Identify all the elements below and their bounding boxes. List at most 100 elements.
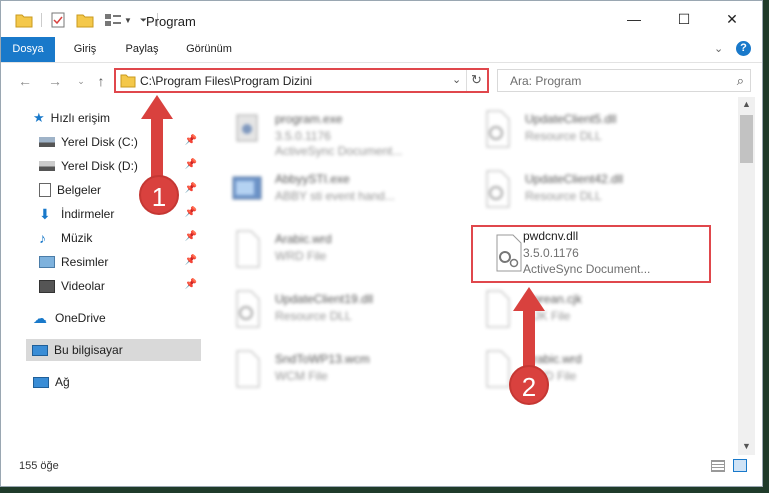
- nav-label: Belgeler: [57, 183, 102, 197]
- nav-label: Yerel Disk (D:): [61, 159, 138, 173]
- details-view-icon[interactable]: [711, 460, 725, 472]
- close-button[interactable]: ✕: [709, 1, 755, 37]
- search-box[interactable]: Ara: Program ⌕: [497, 69, 751, 92]
- nav-onedrive[interactable]: ☁ OneDrive: [33, 307, 233, 329]
- scroll-up-icon[interactable]: ▲: [742, 99, 751, 109]
- exe-icon: [236, 114, 258, 142]
- help-icon[interactable]: ?: [736, 41, 751, 56]
- file-name: program.exe: [275, 112, 343, 126]
- file-tile[interactable]: UpdateClient19.dll Resource DLL: [211, 281, 446, 337]
- minimize-button[interactable]: —: [611, 1, 657, 37]
- pin-icon[interactable]: 📌: [185, 279, 197, 290]
- folder-icon: [15, 14, 33, 28]
- tab-view[interactable]: Görünüm: [181, 37, 237, 62]
- nav-label: Bu bilgisayar: [54, 343, 123, 357]
- download-icon: ⬇: [39, 205, 51, 222]
- tab-share[interactable]: Paylaş: [119, 37, 165, 62]
- file-tile[interactable]: Korean.cjk CJK File: [461, 281, 696, 337]
- tab-home[interactable]: Giriş: [65, 37, 105, 62]
- file-type: Resource DLL: [525, 129, 602, 143]
- pin-icon[interactable]: 📌: [185, 255, 197, 266]
- file-type: WRD File: [275, 249, 327, 263]
- pictures-icon: [39, 256, 55, 268]
- file-tile[interactable]: SndToWP13.wcm WCM File: [211, 341, 446, 397]
- file-tile[interactable]: Arabic.wrd WRD File: [461, 341, 696, 397]
- music-icon: ♪: [39, 230, 46, 246]
- new-folder-icon[interactable]: [76, 12, 94, 28]
- refresh-icon[interactable]: ↻: [471, 72, 482, 88]
- pin-icon[interactable]: 📌: [185, 183, 197, 194]
- exe-icon: [232, 176, 262, 200]
- pin-icon[interactable]: 📌: [185, 135, 197, 146]
- nav-label: Hızlı erişim: [50, 111, 110, 125]
- file-name: AbbyySTI.exe: [275, 172, 350, 186]
- window-title: Program: [146, 14, 196, 29]
- videos-icon: [39, 279, 55, 293]
- file-name: UpdateClient5.dll: [525, 112, 617, 126]
- file-description: ABBY sti event hand...: [275, 189, 395, 203]
- expand-ribbon-icon[interactable]: ⌄: [714, 42, 723, 55]
- recent-locations-button[interactable]: ⌄: [71, 72, 91, 90]
- ribbon: Dosya Giriş Paylaş Görünüm ⌄ ?: [1, 37, 762, 63]
- dll-icon: [236, 290, 260, 328]
- scroll-down-icon[interactable]: ▼: [742, 441, 751, 451]
- nav-videos[interactable]: Videolar 📌: [39, 275, 239, 297]
- quick-access-toolbar: ▼ ⏷: [15, 11, 159, 29]
- computer-icon: [32, 344, 48, 356]
- tab-file[interactable]: Dosya: [1, 37, 55, 62]
- file-name: UpdateClient42.dll: [525, 172, 624, 186]
- nav-downloads[interactable]: ⬇ İndirmeler 📌: [39, 203, 239, 225]
- nav-label: Yerel Disk (C:): [61, 135, 138, 149]
- vertical-scrollbar[interactable]: ▲ ▼: [738, 97, 755, 455]
- maximize-button[interactable]: ☐: [661, 1, 707, 37]
- star-icon: ★: [33, 110, 45, 125]
- nav-label: Müzik: [61, 231, 93, 245]
- network-icon: [33, 376, 49, 388]
- folder-icon: [120, 74, 136, 88]
- file-type: Resource DLL: [275, 309, 352, 323]
- pin-icon[interactable]: 📌: [185, 231, 197, 242]
- nav-this-pc[interactable]: Bu bilgisayar: [26, 339, 201, 361]
- search-icon[interactable]: ⌕: [737, 73, 744, 89]
- file-tile[interactable]: UpdateClient42.dll Resource DLL: [461, 161, 696, 217]
- file-icon: [236, 350, 260, 388]
- nav-pictures[interactable]: Resimler 📌: [39, 251, 239, 273]
- back-button[interactable]: ←: [15, 72, 35, 90]
- dropdown-icon[interactable]: ▼: [124, 16, 132, 25]
- nav-quick-access[interactable]: ★ Hızlı erişim: [33, 107, 233, 129]
- properties-icon[interactable]: [50, 12, 66, 28]
- address-row: ← → ⌄ ↑ C:\Program Files\Program Dizini …: [1, 63, 762, 97]
- file-tile[interactable]: AbbyySTI.exe ABBY sti event hand...: [211, 161, 446, 217]
- file-name: SndToWP13.wcm: [275, 352, 370, 366]
- explorer-window: ▼ ⏷ Program — ☐ ✕ Dosya Giriş Paylaş Gör…: [0, 0, 763, 487]
- highlight-box: [471, 225, 711, 283]
- nav-label: İndirmeler: [61, 207, 115, 221]
- drive-icon: [39, 137, 55, 147]
- nav-label: Videolar: [61, 279, 105, 293]
- nav-label: Ağ: [55, 375, 70, 389]
- title-bar: ▼ ⏷ Program — ☐ ✕: [1, 1, 762, 37]
- step-marker-2: 2: [509, 365, 549, 405]
- item-count: 155 öğe: [19, 460, 59, 472]
- pin-icon[interactable]: 📌: [185, 159, 197, 170]
- documents-icon: [39, 183, 51, 197]
- nav-label: OneDrive: [55, 311, 106, 325]
- scrollbar-thumb[interactable]: [740, 115, 753, 163]
- file-tile[interactable]: program.exe 3.5.0.1176 ActiveSync Docume…: [211, 101, 446, 158]
- dll-icon: [486, 170, 510, 208]
- file-icon: [236, 230, 260, 268]
- pin-icon[interactable]: 📌: [185, 207, 197, 218]
- nav-network[interactable]: Ağ: [33, 371, 233, 393]
- up-button[interactable]: ↑: [91, 72, 111, 90]
- nav-music[interactable]: ♪ Müzik 📌: [39, 227, 239, 249]
- file-type: Resource DLL: [525, 189, 602, 203]
- search-placeholder: Ara: Program: [510, 74, 582, 88]
- file-tile[interactable]: UpdateClient5.dll Resource DLL: [461, 101, 696, 157]
- address-bar[interactable]: C:\Program Files\Program Dizini ⌄ ↻: [114, 68, 489, 93]
- file-tile[interactable]: Arabic.wrd WRD File: [211, 221, 446, 277]
- forward-button[interactable]: →: [45, 72, 65, 90]
- tiles-view-icon[interactable]: [733, 459, 747, 472]
- address-dropdown-icon[interactable]: ⌄: [452, 73, 461, 86]
- file-name: UpdateClient19.dll: [275, 292, 374, 306]
- view-options-icon[interactable]: [104, 12, 122, 28]
